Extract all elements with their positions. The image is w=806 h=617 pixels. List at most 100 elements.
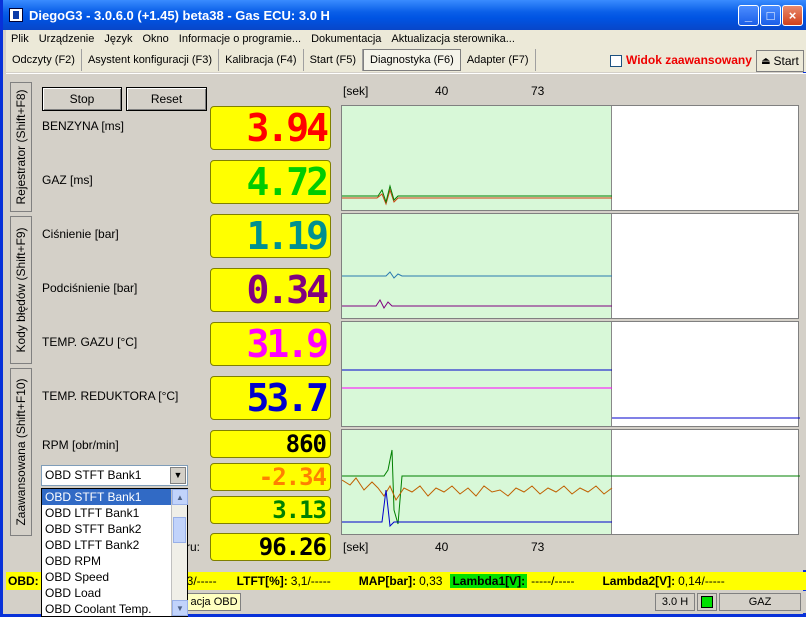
eject-icon: ⏏ [761, 55, 771, 67]
dropdown-option-ltft-bank1[interactable]: OBD LTFT Bank1 [42, 505, 172, 521]
param-label-cisnienie: Ciśnienie [bar] [42, 227, 119, 241]
obd-param-select-value: OBD STFT Bank1 [45, 468, 142, 482]
window-title: DiegoG3 - 3.0.6.0 (+1.45) beta38 - Gas E… [29, 7, 330, 23]
menu-informacje[interactable]: Informacje o programie... [174, 33, 306, 45]
dropdown-option-speed[interactable]: OBD Speed [42, 569, 172, 585]
scroll-thumb[interactable] [173, 517, 186, 543]
stop-button[interactable]: Stop [42, 87, 122, 111]
value-benzyna: 3.94 [210, 106, 331, 150]
series-rpm [342, 449, 800, 525]
tab-adapter[interactable]: Adapter (F7) [461, 49, 536, 71]
scroll-up-icon[interactable]: ▲ [172, 489, 188, 505]
ltft-label: LTFT[%]: [236, 574, 288, 588]
axis-tick-top-2: 73 [531, 84, 545, 98]
title-bar: DiegoG3 - 3.0.6.0 (+1.45) beta38 - Gas E… [3, 0, 806, 30]
chart-injection [341, 105, 799, 211]
value-gaz: 4.72 [210, 160, 331, 204]
side-tab-zaawansowana[interactable]: Zaawansowana (Shift+F10) [10, 368, 32, 536]
param-label-benzyna: BENZYNA [ms] [42, 119, 125, 133]
obd-param-select[interactable]: OBD STFT Bank1 ▼ [41, 465, 188, 486]
param-label-podcisnienie: Podciśnienie [bar] [42, 281, 138, 295]
menu-urzadzenie[interactable]: Urządzenie [34, 33, 100, 45]
dropdown-option-stft-bank1[interactable]: OBD STFT Bank1 [42, 489, 172, 505]
dropdown-option-stft-bank2[interactable]: OBD STFT Bank2 [42, 521, 172, 537]
axis-unit-bottom: [sek] [343, 540, 369, 554]
chart-pressure [341, 213, 799, 319]
side-tab-label: Kody błędów (Shift+F9) [14, 227, 28, 353]
tab-odczyty[interactable]: Odczyty (F2) [6, 49, 82, 71]
app-window: DiegoG3 - 3.0.6.0 (+1.45) beta38 - Gas E… [0, 0, 806, 617]
param-label-obd-3-tail: ru: [186, 540, 201, 554]
value-obd-2: 3.13 [210, 496, 331, 524]
lambda2-label: Lambda2[V]: [602, 574, 676, 588]
menu-plik[interactable]: Plik [6, 33, 34, 45]
start-button[interactable]: ⏏ Start [756, 50, 804, 72]
menu-aktualizacja[interactable]: Aktualizacja sterownika... [386, 33, 520, 45]
minimize-button[interactable]: _ [738, 5, 759, 26]
map-label: MAP[bar]: [358, 574, 417, 588]
tab-kalibracja[interactable]: Kalibracja (F4) [219, 49, 304, 71]
dropdown-option-load[interactable]: OBD Load [42, 585, 172, 601]
side-tab-kody[interactable]: Kody błędów (Shift+F9) [10, 216, 32, 364]
led-icon [701, 596, 713, 608]
menu-bar: Plik Urządzenie Język Okno Informacje o … [6, 30, 806, 48]
chart-pressure-svg [342, 271, 612, 309]
dropdown-option-ltft-bank2[interactable]: OBD LTFT Bank2 [42, 537, 172, 553]
dropdown-option-rpm[interactable]: OBD RPM [42, 553, 172, 569]
series-obd-stft [342, 477, 613, 502]
app-icon [9, 8, 23, 22]
value-temp-reduktora: 53.7 [210, 376, 331, 420]
menu-okno[interactable]: Okno [138, 33, 174, 45]
value-obd-1: -2.34 [210, 463, 331, 491]
close-button[interactable]: × [782, 5, 803, 26]
param-label-temp-gazu: TEMP. GAZU [°C] [42, 335, 138, 349]
stft-value-tail: 3/----- [186, 574, 217, 588]
fuel-mode: GAZ [719, 593, 801, 611]
value-podcisnienie: 0.34 [210, 268, 331, 312]
maximize-button[interactable]: □ [760, 5, 781, 26]
axis-unit-top: [sek] [343, 84, 369, 98]
reset-button[interactable]: Reset [126, 87, 207, 111]
side-tabs: Rejestrator (Shift+F8) Kody błędów (Shif… [10, 82, 32, 537]
tab-start[interactable]: Start (F5) [304, 49, 364, 71]
map-value: 0,33 [419, 574, 443, 588]
obd-label: OBD: [8, 574, 39, 588]
axis-tick-bottom-2: 73 [531, 540, 545, 554]
side-tab-label: Zaawansowana (Shift+F10) [14, 378, 28, 526]
param-label-rpm: RPM [obr/min] [42, 438, 119, 452]
advanced-view-checkbox[interactable] [610, 55, 622, 67]
value-temp-gazu: 31.9 [210, 322, 331, 366]
tab-diagnostyka[interactable]: Diagnostyka (F6) [363, 49, 461, 71]
chart-temperature-svg [342, 369, 800, 419]
ltft-value: 3,1/----- [290, 574, 331, 588]
axis-tick-bottom-1: 40 [435, 540, 449, 554]
obd-param-dropdown: OBD STFT Bank1 OBD LTFT Bank1 OBD STFT B… [41, 488, 188, 617]
chart-injection-svg [342, 184, 612, 206]
param-label-gaz: GAZ [ms] [42, 173, 93, 187]
value-obd-3: 96.26 [210, 533, 331, 561]
lambda1-value: -----/----- [531, 574, 575, 588]
menu-dokumentacja[interactable]: Dokumentacja [306, 33, 386, 45]
advanced-view-label: Widok zaawansowany [626, 53, 752, 67]
value-cisnienie: 1.19 [210, 214, 331, 258]
dropdown-option-coolant[interactable]: OBD Coolant Temp. [42, 601, 172, 617]
chart-temperature [341, 321, 800, 427]
series-cisnienie [342, 271, 612, 279]
side-tab-rejestrator[interactable]: Rejestrator (Shift+F8) [10, 82, 32, 212]
lambda1-label: Lambda1[V]: [450, 574, 528, 588]
lambda2-value: 0,14/----- [678, 574, 725, 588]
value-rpm: 860 [210, 430, 331, 458]
start-button-label: Start [773, 54, 799, 68]
chart-obd [341, 429, 800, 535]
obd-config-button[interactable]: acja OBD [187, 593, 241, 611]
tab-asystent[interactable]: Asystent konfiguracji (F3) [82, 49, 220, 71]
scroll-down-icon[interactable]: ▼ [172, 600, 188, 616]
param-label-temp-reduktora: TEMP. REDUKTORA [°C] [42, 389, 179, 403]
chart-obd-svg [342, 449, 800, 528]
menu-jezyk[interactable]: Język [99, 33, 137, 45]
chevron-down-icon[interactable]: ▼ [170, 467, 186, 484]
dropdown-scrollbar[interactable]: ▲ ▼ [171, 489, 188, 616]
side-tab-label: Rejestrator (Shift+F8) [14, 89, 28, 205]
series-podcisnienie [342, 299, 612, 309]
ecu-version: 3.0 H [655, 593, 695, 611]
